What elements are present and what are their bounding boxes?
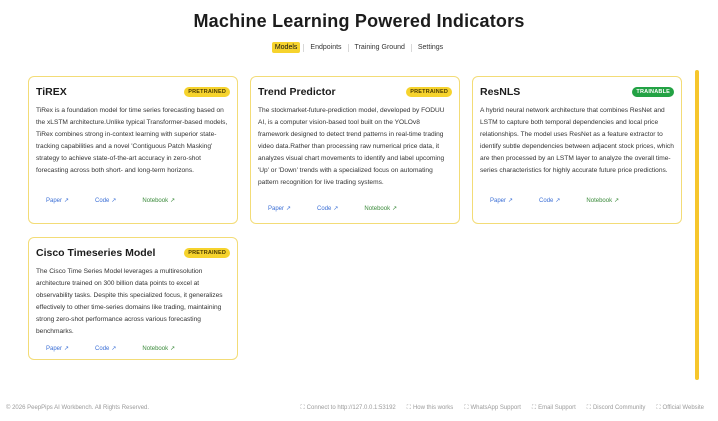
card-description: A hybrid neural network architecture tha… — [480, 107, 674, 174]
card-description: The stockmarket-future-prediction model,… — [258, 107, 445, 186]
status-badge: PRETRAINED — [406, 87, 452, 97]
tab-training-ground[interactable]: Training Ground — [352, 42, 408, 53]
notebook-link[interactable]: Notebook ↗ — [364, 205, 397, 212]
external-link-icon: ↗ — [111, 198, 117, 204]
external-link-icon: ↗ — [64, 198, 70, 204]
footer-link-whatsapp[interactable]: ⛶ WhatsApp Support — [464, 405, 521, 412]
external-link-icon: ↗ — [286, 206, 292, 212]
footer: © 2026 PeepPips AI Workbench. All Rights… — [0, 403, 718, 415]
model-card-cisco-timeseries: Cisco Timeseries Model PRETRAINED The Ci… — [28, 237, 238, 360]
external-link-icon: ↗ — [614, 198, 620, 204]
paper-link[interactable]: Paper ↗ — [46, 345, 69, 352]
card-title: TiREX — [36, 86, 67, 98]
external-link-icon: ↗ — [333, 206, 339, 212]
model-card-trend-predictor: Trend Predictor PRETRAINED The stockmark… — [250, 76, 460, 224]
model-card-tirex: TiREX PRETRAINED TiRex is a foundation m… — [28, 76, 238, 224]
external-link-icon: ↗ — [64, 346, 70, 352]
footer-link-website[interactable]: ⛶ Official Website — [656, 405, 704, 412]
paper-link[interactable]: Paper ↗ — [46, 197, 69, 204]
footer-link-icon: ⛶ — [531, 405, 537, 411]
footer-link-icon: ⛶ — [464, 405, 469, 411]
tab-divider — [303, 43, 305, 52]
card-links: Paper ↗ Code ↗ Notebook ↗ — [36, 345, 230, 352]
scrollbar[interactable] — [695, 70, 699, 380]
card-title: Cisco Timeseries Model — [36, 247, 156, 259]
footer-link-connect[interactable]: ⛶ Connect to http://127.0.0.1:53192 — [300, 405, 395, 412]
tab-divider — [410, 43, 412, 52]
card-description: TiRex is a foundation model for time ser… — [36, 107, 228, 174]
code-link[interactable]: Code ↗ — [95, 197, 116, 204]
card-links: Paper ↗ Code ↗ Notebook ↗ — [258, 205, 452, 212]
notebook-link[interactable]: Notebook ↗ — [586, 197, 619, 204]
code-link[interactable]: Code ↗ — [539, 197, 560, 204]
card-title: ResNLS — [480, 86, 521, 98]
card-description: The Cisco Time Series Model leverages a … — [36, 268, 223, 335]
model-card-resnls: ResNLS TRAINABLE A hybrid neural network… — [472, 76, 682, 224]
footer-link-icon: ⛶ — [406, 405, 411, 411]
card-title: Trend Predictor — [258, 86, 336, 98]
status-badge: PRETRAINED — [184, 248, 230, 258]
code-link[interactable]: Code ↗ — [95, 345, 116, 352]
footer-link-icon: ⛶ — [656, 405, 661, 411]
footer-link-email[interactable]: ⛶ Email Support — [532, 405, 576, 412]
external-link-icon: ↗ — [392, 206, 398, 212]
status-badge: PRETRAINED — [184, 87, 230, 97]
external-link-icon: ↗ — [508, 198, 514, 204]
notebook-link[interactable]: Notebook ↗ — [142, 197, 175, 204]
nav-tabs: Models Endpoints Training Ground Setting… — [0, 42, 718, 53]
tab-endpoints[interactable]: Endpoints — [307, 42, 344, 53]
external-link-icon: ↗ — [555, 198, 561, 204]
card-links: Paper ↗ Code ↗ Notebook ↗ — [480, 197, 674, 204]
footer-link-how-this-works[interactable]: ⛶ How this works — [407, 405, 454, 412]
footer-link-icon: ⛶ — [300, 405, 305, 411]
external-link-icon: ↗ — [170, 346, 176, 352]
code-link[interactable]: Code ↗ — [317, 205, 338, 212]
tab-settings[interactable]: Settings — [415, 42, 446, 53]
status-badge: TRAINABLE — [632, 87, 674, 97]
tab-divider — [347, 43, 349, 52]
external-link-icon: ↗ — [170, 198, 176, 204]
tab-models[interactable]: Models — [271, 42, 301, 53]
notebook-link[interactable]: Notebook ↗ — [142, 345, 175, 352]
external-link-icon: ↗ — [111, 346, 117, 352]
page-title: Machine Learning Powered Indicators — [193, 11, 525, 31]
paper-link[interactable]: Paper ↗ — [268, 205, 291, 212]
footer-link-discord[interactable]: ⛶ Discord Community — [587, 405, 646, 412]
copyright-text: © 2026 PeepPips AI Workbench. All Rights… — [6, 405, 150, 411]
paper-link[interactable]: Paper ↗ — [490, 197, 513, 204]
footer-links: ⛶ Connect to http://127.0.0.1:53192 ⛶ How … — [289, 405, 704, 412]
card-links: Paper ↗ Code ↗ Notebook ↗ — [36, 197, 230, 204]
footer-link-icon: ⛶ — [586, 405, 591, 411]
